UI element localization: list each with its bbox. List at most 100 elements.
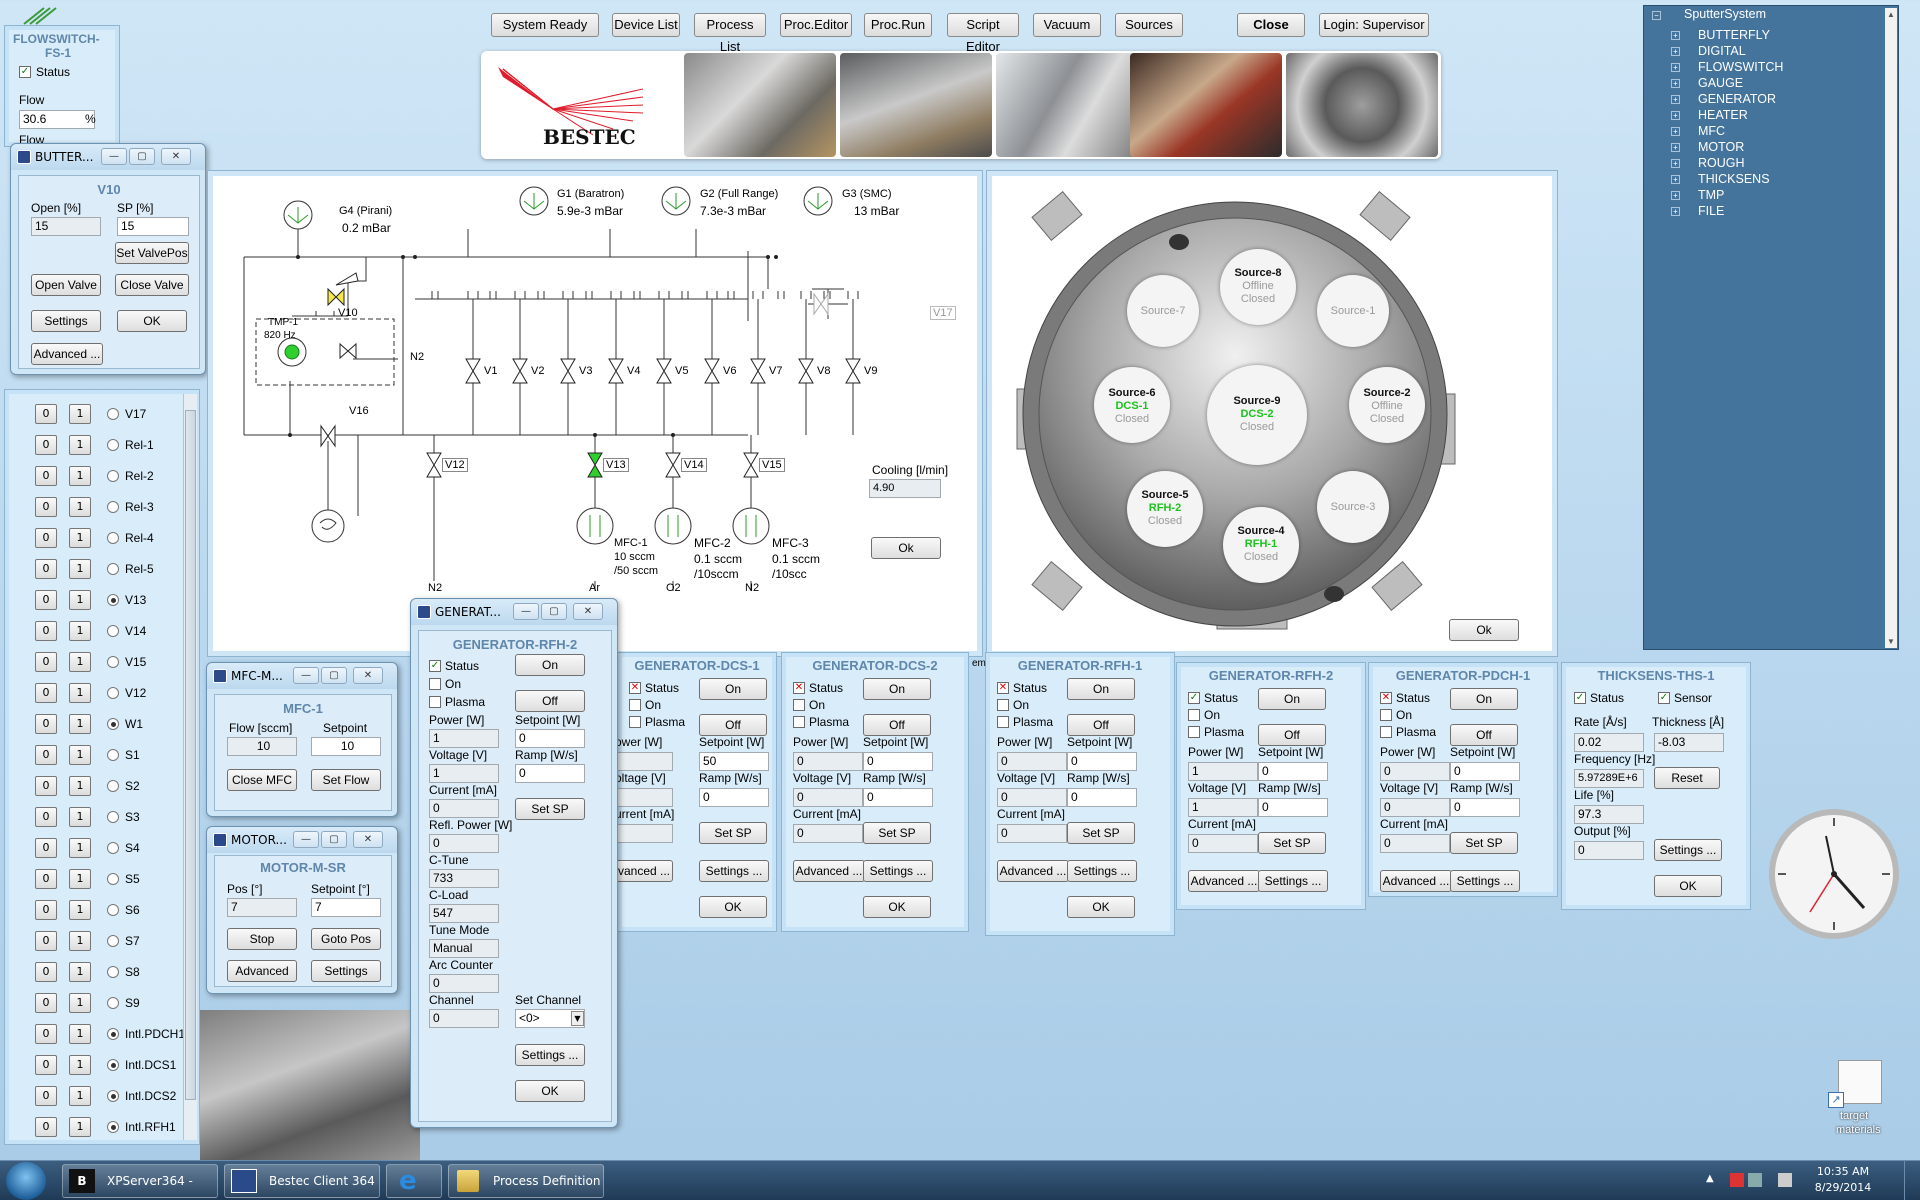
tree-item-flowswitch[interactable]: FLOWSWITCH [1698,60,1783,74]
set-0-button[interactable]: 0 [35,559,57,579]
ramp-input[interactable]: 0 [699,788,769,807]
on-button[interactable]: On [1067,678,1135,700]
source-7[interactable]: Source-7 [1127,275,1199,347]
tray-network-icon[interactable] [1748,1173,1762,1187]
sp-input[interactable]: 15 [117,217,189,236]
tray-time[interactable]: 10:35 AM [1808,1165,1878,1178]
plasma-checkbox[interactable] [997,716,1009,728]
set-1-button[interactable]: 1 [69,838,91,858]
expand-icon[interactable]: + [1671,63,1680,72]
system-ready-button[interactable]: System Ready [491,13,599,37]
valve-v7[interactable]: V7 [769,365,782,377]
valve-v10[interactable]: V10 [338,307,358,319]
start-button[interactable] [6,1162,46,1200]
set-0-button[interactable]: 0 [35,776,57,796]
plasma-checkbox[interactable] [429,696,441,708]
chamber-ok-button[interactable]: Ok [1449,619,1519,641]
tray-flag-icon[interactable] [1730,1173,1744,1187]
tree-item-butterfly[interactable]: BUTTERFLY [1698,28,1770,42]
on-checkbox[interactable] [997,699,1009,711]
set-1-button[interactable]: 1 [69,528,91,548]
set-0-button[interactable]: 0 [35,590,57,610]
chevron-down-icon[interactable]: ▼ [571,1011,584,1026]
set-1-button[interactable]: 1 [69,1086,91,1106]
process-list-button[interactable]: Process List [694,13,766,54]
set-sp-button[interactable]: Set SP [699,822,767,844]
tray-expand-icon[interactable]: ▲ [1706,1173,1714,1184]
set-sp-button[interactable]: Set SP [515,798,585,820]
set-1-button[interactable]: 1 [69,435,91,455]
on-checkbox[interactable] [793,699,805,711]
expand-icon[interactable]: + [1671,47,1680,56]
valve-v15[interactable]: V15 [759,458,785,472]
set-1-button[interactable]: 1 [69,1024,91,1044]
set-1-button[interactable]: 1 [69,993,91,1013]
proc-run-button[interactable]: Proc.Run [864,13,932,37]
minimize-button[interactable]: — [101,148,127,165]
setpoint-input[interactable]: 0 [515,729,585,748]
source-9[interactable]: Source-9 DCS-2 Closed [1207,365,1307,465]
set-1-button[interactable]: 1 [69,962,91,982]
tree-item-motor[interactable]: MOTOR [1698,140,1744,154]
source-8[interactable]: Source-8 Offline Closed [1220,249,1296,325]
set-0-button[interactable]: 0 [35,838,57,858]
set-1-button[interactable]: 1 [69,497,91,517]
valve-v8[interactable]: V8 [817,365,830,377]
ok-button[interactable]: OK [863,896,931,918]
source-4[interactable]: Source-4 RFH-1 Closed [1223,507,1299,583]
valve-v13[interactable]: V13 [603,458,629,472]
source-5[interactable]: Source-5 RFH-2 Closed [1127,471,1203,547]
close-mfc-button[interactable]: Close MFC [227,769,297,791]
tree-root[interactable]: SputterSystem [1684,7,1766,21]
close-window-button[interactable]: ✕ [161,148,191,165]
status-checkbox[interactable]: ✕ [793,682,805,694]
setpoint-input[interactable]: 50 [699,752,769,771]
setpoint-input[interactable]: 0 [1067,752,1137,771]
ramp-input[interactable]: 0 [515,764,585,783]
ramp-input[interactable]: 0 [863,788,933,807]
set-0-button[interactable]: 0 [35,869,57,889]
valve-v14[interactable]: V14 [681,458,707,472]
off-button[interactable]: Off [699,714,767,736]
expand-icon[interactable]: + [1671,143,1680,152]
on-button[interactable]: On [863,678,931,700]
proc-editor-button[interactable]: Proc.Editor [780,13,852,37]
on-checkbox[interactable] [629,699,641,711]
maximize-button[interactable]: ▢ [321,831,347,848]
expand-icon[interactable]: + [1671,111,1680,120]
stop-button[interactable]: Stop [227,928,297,950]
advanced-button[interactable]: Advanced ... [1380,870,1452,892]
status-checkbox[interactable]: ✕ [629,682,641,694]
script-editor-button[interactable]: Script Editor [947,13,1019,54]
set-1-button[interactable]: 1 [69,807,91,827]
scroll-down-icon[interactable]: ▼ [1887,637,1895,646]
tree-scrollbar[interactable]: ▲ ▼ [1885,8,1897,648]
expand-icon[interactable]: + [1671,207,1680,216]
valve-v6[interactable]: V6 [723,365,736,377]
maximize-button[interactable]: ▢ [321,667,347,684]
io-scrollbar[interactable] [183,394,197,1140]
minimize-button[interactable]: — [513,603,539,620]
scroll-thumb[interactable] [185,410,196,1100]
plasma-checkbox[interactable] [1188,726,1200,738]
show-desktop-button[interactable] [1904,1161,1920,1200]
off-button[interactable]: Off [1067,714,1135,736]
settings-button[interactable]: Settings ... [863,860,933,882]
settings-button[interactable]: Settings [31,310,101,332]
close-window-button[interactable]: ✕ [353,667,383,684]
butterfly-titlebar[interactable]: BUTTER... — ▢ ✕ [11,144,205,170]
on-checkbox[interactable] [1188,709,1200,721]
set-0-button[interactable]: 0 [35,714,57,734]
expand-icon[interactable]: + [1671,159,1680,168]
status-checkbox[interactable]: ✕ [1380,692,1392,704]
ok-button[interactable]: OK [699,896,767,918]
expand-icon[interactable]: + [1671,95,1680,104]
open-valve-button[interactable]: Open Valve [31,274,101,296]
valve-v2[interactable]: V2 [531,365,544,377]
ok-button[interactable]: OK [515,1080,585,1102]
sensor-checkbox[interactable]: ✓ [1658,692,1670,704]
advanced-button[interactable]: Advanced ... [997,860,1069,882]
close-window-button[interactable]: ✕ [573,603,603,620]
on-button[interactable]: On [699,678,767,700]
tree-item-mfc[interactable]: MFC [1698,124,1725,138]
